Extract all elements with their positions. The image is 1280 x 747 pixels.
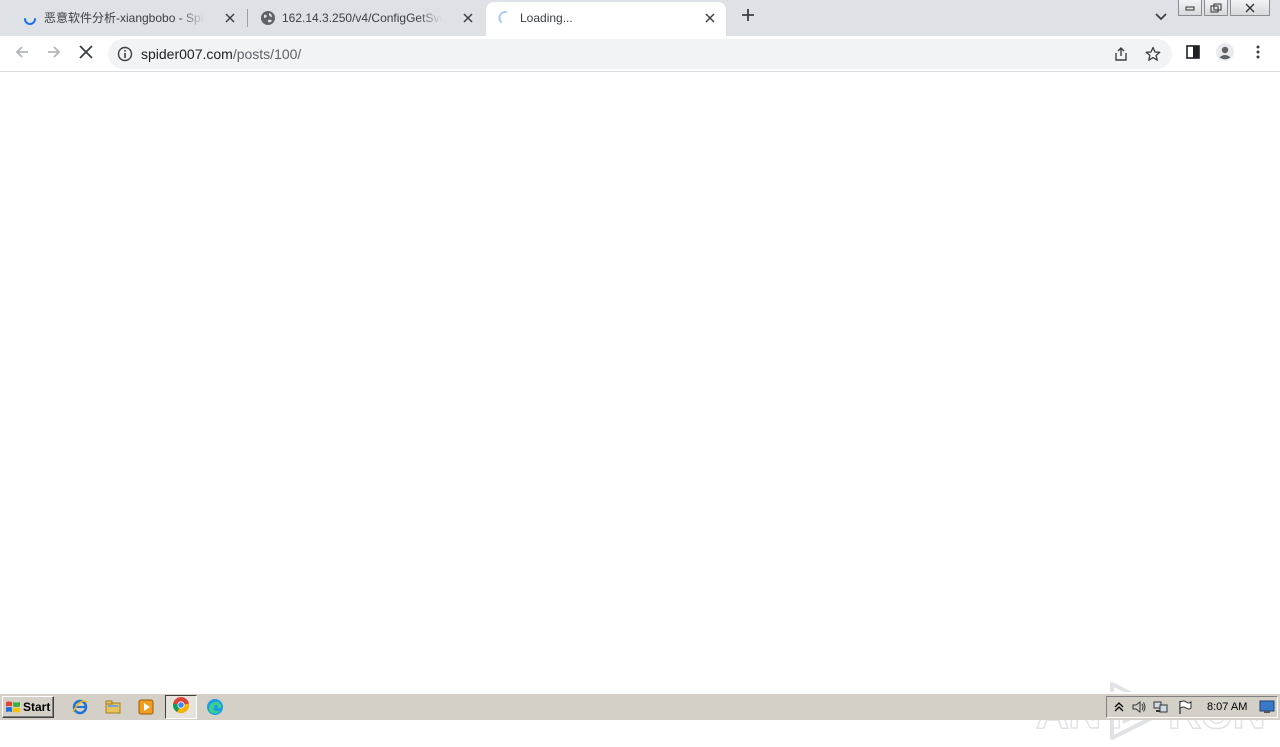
back-button[interactable]: [8, 40, 36, 68]
chevron-down-icon: [1155, 8, 1167, 26]
internet-explorer-icon[interactable]: [71, 698, 89, 716]
page-content: ANY RUN: [0, 72, 1280, 740]
close-tab-icon[interactable]: [458, 8, 478, 28]
kebab-menu-icon: [1256, 44, 1260, 65]
browser-toolbar: spider007.com/posts/100/: [0, 36, 1280, 72]
tab-title: 恶意软件分析-xiangbobo - Spider: [44, 11, 204, 25]
menu-button[interactable]: [1244, 40, 1272, 68]
globe-icon: [260, 10, 276, 26]
stop-button[interactable]: [72, 40, 100, 68]
close-window-button[interactable]: [1230, 0, 1270, 16]
share-icon[interactable]: [1111, 44, 1131, 64]
tab-config-get[interactable]: 162.14.3.250/v4/ConfigGetSvc/GetUserConf…: [248, 2, 484, 34]
star-icon[interactable]: [1143, 44, 1163, 64]
loading-spinner-icon: [22, 10, 38, 26]
plus-icon: [741, 8, 755, 27]
show-desktop-icon[interactable]: [1259, 699, 1275, 715]
window-controls: [1178, 0, 1270, 16]
edge-icon[interactable]: [206, 698, 224, 716]
taskbar-clock[interactable]: 8:07 AM: [1207, 701, 1247, 713]
url-path: /posts/100/: [232, 46, 302, 62]
chrome-taskbar-button[interactable]: [165, 695, 197, 719]
start-label: Start: [23, 700, 51, 714]
restore-button[interactable]: [1204, 0, 1228, 16]
tab-title: 162.14.3.250/v4/ConfigGetSvc/GetUserConf…: [282, 11, 442, 25]
url-text[interactable]: spider007.com/posts/100/: [141, 46, 301, 62]
chrome-icon: [172, 696, 190, 719]
network-icon[interactable]: [1153, 699, 1169, 715]
start-button[interactable]: Start: [2, 696, 54, 718]
file-explorer-icon[interactable]: [104, 698, 122, 716]
tab-search-button[interactable]: [1150, 6, 1172, 28]
minimize-button[interactable]: [1178, 0, 1202, 16]
tab-malware-analysis[interactable]: 恶意软件分析-xiangbobo - Spider: [10, 2, 246, 34]
windows-logo-icon: [5, 699, 21, 715]
profile-button[interactable]: [1211, 40, 1239, 68]
loading-spinner-icon: [498, 10, 514, 26]
media-player-icon[interactable]: [137, 698, 155, 716]
side-panel-icon: [1185, 44, 1201, 65]
close-tab-icon[interactable]: [700, 8, 720, 28]
info-icon[interactable]: [117, 46, 133, 62]
profile-icon: [1215, 42, 1235, 67]
back-arrow-icon: [14, 44, 30, 65]
url-host: spider007.com: [141, 46, 233, 62]
volume-icon[interactable]: [1131, 699, 1147, 715]
taskbar: Start 8:07 AM: [0, 692, 1280, 720]
address-bar[interactable]: spider007.com/posts/100/: [108, 39, 1172, 69]
show-hidden-icons-icon[interactable]: [1111, 699, 1127, 715]
new-tab-button[interactable]: [736, 5, 760, 29]
tab-loading-active[interactable]: Loading...: [486, 2, 726, 36]
system-tray: 8:07 AM: [1106, 696, 1278, 718]
tab-title: Loading...: [520, 11, 573, 25]
close-tab-icon[interactable]: [220, 8, 240, 28]
forward-arrow-icon: [46, 44, 62, 65]
forward-button[interactable]: [40, 40, 68, 68]
action-center-flag-icon[interactable]: [1177, 699, 1193, 715]
side-panel-button[interactable]: [1179, 40, 1207, 68]
stop-icon: [79, 44, 93, 64]
tab-strip: 恶意软件分析-xiangbobo - Spider 162.14.3.250/v…: [0, 0, 1280, 36]
